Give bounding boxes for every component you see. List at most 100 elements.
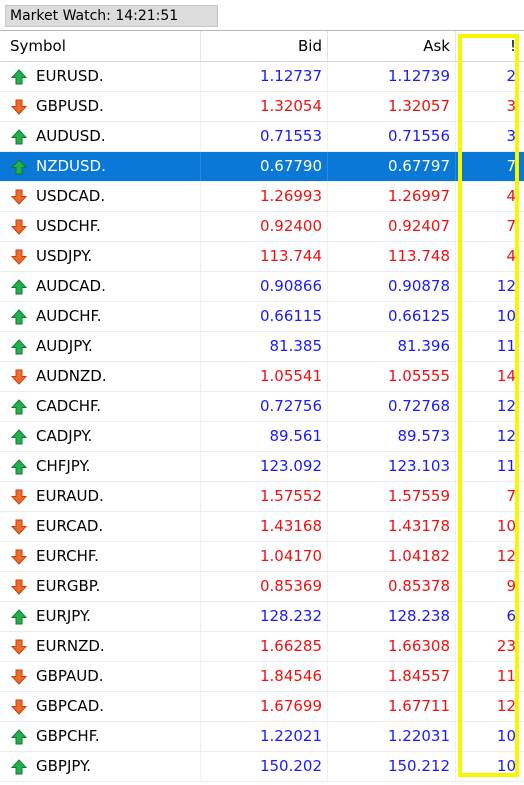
table-row[interactable]: CADJPY. 89.561 89.573 12 xyxy=(0,422,524,452)
ask-cell: 113.748 xyxy=(328,242,456,271)
bid-cell: 1.32054 xyxy=(201,92,328,121)
bid-cell: 0.85369 xyxy=(201,572,328,601)
spread-cell: 7 xyxy=(506,157,516,175)
column-header-bid[interactable]: Bid xyxy=(201,31,328,61)
spread-cell: 3 xyxy=(506,127,516,145)
spread-cell: 12 xyxy=(496,277,516,295)
symbol-cell: EURGBP. xyxy=(0,572,201,601)
ask-cell: 81.396 xyxy=(328,332,456,361)
spread-cell: 14 xyxy=(496,367,516,385)
ask-cell: 0.67797 xyxy=(328,152,456,181)
ask-cell: 1.04182 xyxy=(328,542,456,571)
bid-cell: 0.72756 xyxy=(201,392,328,421)
symbol-cell: USDCAD. xyxy=(0,182,201,211)
bid-cell: 113.744 xyxy=(201,242,328,271)
bid-cell: 150.202 xyxy=(201,752,328,781)
symbol-cell: GBPCHF. xyxy=(0,722,201,751)
table-row[interactable]: GBPCAD. 1.67699 1.67711 12 xyxy=(0,692,524,722)
bid-cell: 1.12737 xyxy=(201,62,328,91)
ask-cell: 1.43178 xyxy=(328,512,456,541)
bid-cell: 123.092 xyxy=(201,452,328,481)
table-row[interactable]: GBPUSD. 1.32054 1.32057 3 xyxy=(0,92,524,122)
table-row[interactable]: GBPJPY. 150.202 150.212 10 xyxy=(0,752,524,782)
spread-cell: 7 xyxy=(506,217,516,235)
table-row[interactable]: AUDCAD. 0.90866 0.90878 12 xyxy=(0,272,524,302)
ask-cell: 1.84557 xyxy=(328,662,456,691)
column-header-ask[interactable]: Ask xyxy=(328,31,456,61)
symbol-cell: CADJPY. xyxy=(0,422,201,451)
table-row[interactable]: USDCAD. 1.26993 1.26997 4 xyxy=(0,182,524,212)
spread-cell: 23 xyxy=(496,637,516,655)
table-row[interactable]: EURJPY. 128.232 128.238 6 xyxy=(0,602,524,632)
ask-cell: 0.85378 xyxy=(328,572,456,601)
table-header: Symbol Bid Ask ! xyxy=(0,31,524,62)
bid-cell: 1.57552 xyxy=(201,482,328,511)
column-header-symbol[interactable]: Symbol xyxy=(0,31,201,61)
spread-cell: 10 xyxy=(496,307,516,325)
symbol-cell: EURNZD. xyxy=(0,632,201,661)
table-row[interactable]: CADCHF. 0.72756 0.72768 12 xyxy=(0,392,524,422)
spread-cell: 12 xyxy=(496,697,516,715)
title-bar: Market Watch: 14:21:51 xyxy=(0,0,524,31)
ask-cell: 1.32057 xyxy=(328,92,456,121)
spread-cell: 10 xyxy=(496,727,516,745)
ask-cell: 1.12739 xyxy=(328,62,456,91)
symbol-cell: CADCHF. xyxy=(0,392,201,421)
symbol-cell: EURAUD. xyxy=(0,482,201,511)
bid-cell: 1.84546 xyxy=(201,662,328,691)
bid-cell: 1.26993 xyxy=(201,182,328,211)
column-header-spread[interactable]: ! xyxy=(456,31,524,61)
symbol-cell: EURCAD. xyxy=(0,512,201,541)
symbol-cell: EURJPY. xyxy=(0,602,201,631)
symbol-cell: EURCHF. xyxy=(0,542,201,571)
spread-cell: 9 xyxy=(506,577,516,595)
bid-cell: 0.66115 xyxy=(201,302,328,331)
ask-cell: 0.66125 xyxy=(328,302,456,331)
bid-cell: 0.90866 xyxy=(201,272,328,301)
table-row[interactable]: AUDCHF. 0.66115 0.66125 10 xyxy=(0,302,524,332)
table-row[interactable]: EURCAD. 1.43168 1.43178 10 xyxy=(0,512,524,542)
ask-cell: 1.67711 xyxy=(328,692,456,721)
bid-cell: 0.67790 xyxy=(201,152,328,181)
table-row[interactable]: AUDJPY. 81.385 81.396 11 xyxy=(0,332,524,362)
symbol-cell: GBPAUD. xyxy=(0,662,201,691)
symbol-cell: GBPUSD. xyxy=(0,92,201,121)
symbol-cell: CHFJPY. xyxy=(0,452,201,481)
bid-cell: 89.561 xyxy=(201,422,328,451)
symbol-cell: USDCHF. xyxy=(0,212,201,241)
bid-cell: 128.232 xyxy=(201,602,328,631)
symbol-cell: EURUSD. xyxy=(0,62,201,91)
bid-cell: 1.67699 xyxy=(201,692,328,721)
spread-cell: 11 xyxy=(496,667,516,685)
spread-cell: 7 xyxy=(506,487,516,505)
ask-cell: 1.22031 xyxy=(328,722,456,751)
symbol-cell: AUDJPY. xyxy=(0,332,201,361)
table-row[interactable]: NZDUSD. 0.67790 0.67797 7 xyxy=(0,152,524,182)
table-row[interactable]: CHFJPY. 123.092 123.103 11 xyxy=(0,452,524,482)
table-row[interactable]: USDJPY. 113.744 113.748 4 xyxy=(0,242,524,272)
symbol-cell: USDJPY. xyxy=(0,242,201,271)
symbol-cell: GBPJPY. xyxy=(0,752,201,781)
ask-cell: 89.573 xyxy=(328,422,456,451)
bid-cell: 1.04170 xyxy=(201,542,328,571)
table-row[interactable]: GBPCHF. 1.22021 1.22031 10 xyxy=(0,722,524,752)
table-row[interactable]: EURNZD. 1.66285 1.66308 23 xyxy=(0,632,524,662)
table-row[interactable]: EURUSD. 1.12737 1.12739 2 xyxy=(0,62,524,92)
table-row[interactable]: AUDUSD. 0.71553 0.71556 3 xyxy=(0,122,524,152)
table-row[interactable]: USDCHF. 0.92400 0.92407 7 xyxy=(0,212,524,242)
symbol-cell: AUDCAD. xyxy=(0,272,201,301)
spread-cell: 3 xyxy=(506,97,516,115)
table-row[interactable]: AUDNZD. 1.05541 1.05555 14 xyxy=(0,362,524,392)
spread-cell: 11 xyxy=(496,337,516,355)
table-row[interactable]: EURAUD. 1.57552 1.57559 7 xyxy=(0,482,524,512)
table-row[interactable]: GBPAUD. 1.84546 1.84557 11 xyxy=(0,662,524,692)
spread-cell: 10 xyxy=(496,517,516,535)
table-row[interactable]: EURCHF. 1.04170 1.04182 12 xyxy=(0,542,524,572)
bid-cell: 81.385 xyxy=(201,332,328,361)
ask-cell: 150.212 xyxy=(328,752,456,781)
spread-cell: 6 xyxy=(506,607,516,625)
table-row[interactable]: EURGBP. 0.85369 0.85378 9 xyxy=(0,572,524,602)
window-title: Market Watch: 14:21:51 xyxy=(5,5,218,27)
ask-cell: 0.90878 xyxy=(328,272,456,301)
spread-cell: 2 xyxy=(506,67,516,85)
